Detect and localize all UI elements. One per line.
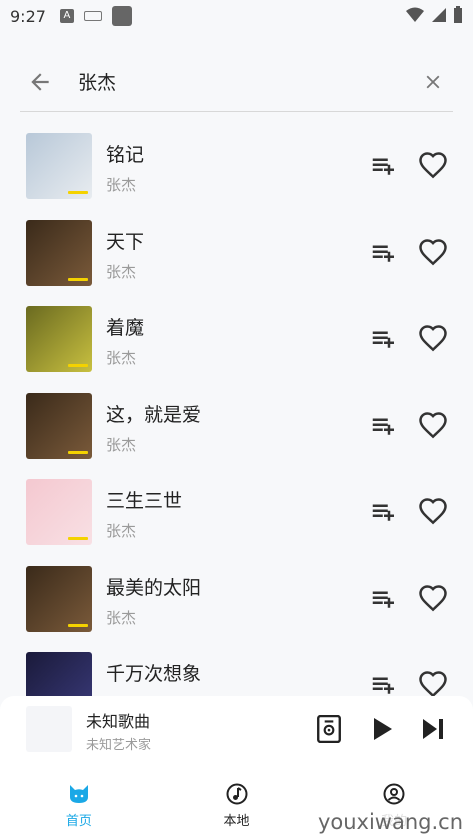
song-row[interactable]: 着魔 张杰 <box>0 297 473 384</box>
status-left-icons: A <box>59 6 132 26</box>
song-row[interactable]: 三生三世 张杰 <box>0 470 473 557</box>
playlist-add-icon <box>372 158 394 175</box>
song-row[interactable]: 最美的太阳 张杰 <box>0 557 473 644</box>
song-artist: 张杰 <box>106 435 137 454</box>
next-button[interactable] <box>415 711 451 747</box>
add-to-playlist-button[interactable] <box>366 581 402 617</box>
song-row[interactable]: 天下 张杰 <box>0 211 473 298</box>
song-title: 千万次想象 <box>106 663 202 685</box>
favorite-button[interactable] <box>415 235 451 271</box>
a-icon: A <box>59 9 74 23</box>
cat-icon <box>67 782 91 806</box>
song-title: 最美的太阳 <box>106 576 202 599</box>
album-cover <box>26 133 92 199</box>
heart-icon <box>419 152 447 179</box>
song-artist: 张杰 <box>106 608 137 627</box>
cover-tag <box>68 450 88 454</box>
add-to-playlist-button[interactable] <box>366 321 402 357</box>
song-title: 铭记 <box>106 144 145 166</box>
album-cover <box>26 392 92 459</box>
song-list: 铭记 张杰 天下 张杰 着魔 张杰 这，就是爱 张杰 三生三世 张杰 最美的太阳… <box>0 124 473 696</box>
play-icon <box>374 718 392 740</box>
add-to-playlist-button[interactable] <box>366 235 402 271</box>
heart-icon <box>419 498 447 525</box>
nav-label-home: 首页 <box>65 814 92 829</box>
mini-player[interactable]: 未知歌曲 未知艺术家 <box>0 696 473 762</box>
song-row[interactable]: 这，就是爱 张杰 <box>0 384 473 471</box>
status-bar: 9:27 A <box>0 0 473 32</box>
person-icon <box>382 782 406 806</box>
nav-item-home[interactable]: 首页 <box>0 762 158 840</box>
add-to-playlist-button[interactable] <box>366 667 402 696</box>
song-row[interactable]: 铭记 张杰 <box>0 124 473 211</box>
player-album-art <box>26 706 72 752</box>
favorite-button[interactable] <box>415 494 451 530</box>
clear-search-button[interactable] <box>413 62 453 102</box>
add-to-playlist-button[interactable] <box>366 148 402 184</box>
song-artist: 张杰 <box>106 176 137 194</box>
add-to-playlist-button[interactable] <box>366 408 402 444</box>
favorite-button[interactable] <box>415 408 451 444</box>
skip-next-icon <box>423 719 443 739</box>
battery-icon <box>454 6 462 23</box>
lyrics-button[interactable] <box>311 711 347 747</box>
watermark: youxiwang.cn <box>313 808 467 836</box>
heart-icon <box>419 325 447 352</box>
heart-icon <box>419 671 447 696</box>
cover-tag <box>68 537 88 540</box>
cover-tag <box>68 277 88 281</box>
playlist-add-icon <box>372 245 394 262</box>
playlist-add-icon <box>372 591 394 608</box>
song-title: 三生三世 <box>106 490 183 512</box>
song-title: 天下 <box>106 230 145 253</box>
close-icon <box>426 75 440 88</box>
back-button[interactable] <box>20 62 60 102</box>
search-bar <box>20 52 453 112</box>
favorite-button[interactable] <box>415 667 451 696</box>
nav-item-local[interactable]: 本地 <box>158 762 316 840</box>
playlist-add-icon <box>372 418 394 435</box>
album-cover <box>26 479 92 545</box>
heart-icon <box>419 238 447 265</box>
cover-tag <box>68 364 88 367</box>
cover-tag <box>68 623 88 627</box>
heart-icon <box>419 584 447 611</box>
status-right-icons <box>405 6 463 24</box>
signal-icon <box>432 8 446 22</box>
album-cover <box>26 565 92 632</box>
playlist-add-icon <box>372 331 394 348</box>
player-artist: 未知艺术家 <box>86 738 152 753</box>
playlist-add-icon <box>372 504 394 521</box>
song-row[interactable]: 千万次想象 张杰 <box>0 643 473 696</box>
album-cover <box>26 219 92 286</box>
song-title: 这，就是爱 <box>106 403 202 426</box>
status-time: 9:27 <box>10 6 46 26</box>
wifi-icon <box>406 7 424 22</box>
favorite-button[interactable] <box>415 321 451 357</box>
arrow-left-icon <box>31 72 49 91</box>
add-to-playlist-button[interactable] <box>366 494 402 530</box>
search-input[interactable] <box>60 61 413 102</box>
square-icon <box>111 6 132 26</box>
nav-label-local: 本地 <box>223 814 250 829</box>
playlist-add-icon <box>372 677 394 694</box>
favorite-button[interactable] <box>415 148 451 184</box>
favorite-button[interactable] <box>415 581 451 617</box>
heart-icon <box>419 411 447 438</box>
song-artist: 张杰 <box>106 262 137 281</box>
player-song-title: 未知歌曲 <box>86 712 151 731</box>
album-cover <box>26 306 92 372</box>
song-artist: 张杰 <box>106 522 137 540</box>
play-button[interactable] <box>364 711 400 747</box>
keyboard-icon <box>83 11 102 21</box>
song-artist: 张杰 <box>106 349 137 367</box>
lyrics-icon <box>317 715 341 743</box>
album-cover <box>26 652 92 696</box>
song-title: 着魔 <box>106 317 145 339</box>
cover-tag <box>68 191 88 194</box>
music-note-icon <box>225 782 249 806</box>
